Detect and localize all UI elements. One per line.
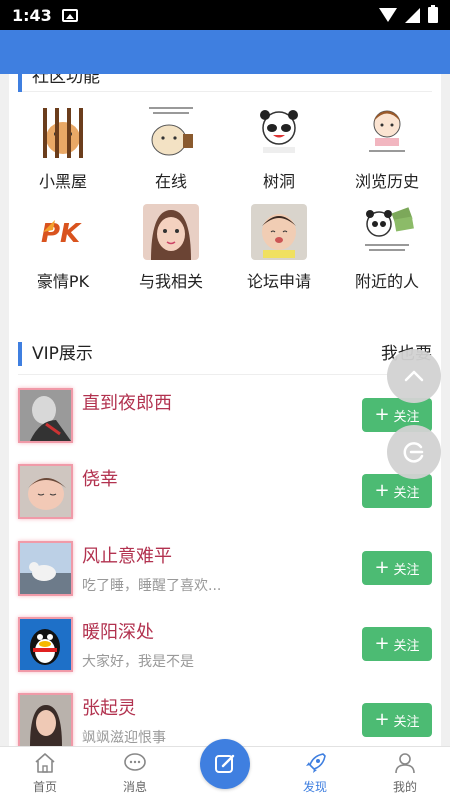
wifi-icon <box>379 8 397 22</box>
user-bio: 飒飒滋迎恨事 <box>82 730 166 746</box>
tab-discover[interactable]: 发现 <box>270 747 360 800</box>
profile-icon <box>395 753 415 774</box>
tree-hole-icon <box>251 104 307 160</box>
compose-button[interactable] <box>200 739 250 789</box>
vip-user-row[interactable]: 风止意难平 吃了睡，睡醒了喜欢... + 关注 <box>18 541 432 617</box>
avatar[interactable] <box>18 617 73 672</box>
vip-user-row[interactable]: 直到夜郎西 + 关注 <box>18 388 432 464</box>
tab-home[interactable]: 首页 <box>0 747 90 800</box>
feature-pk[interactable]: PK 豪情PK <box>9 204 117 299</box>
feature-history[interactable]: 浏览历史 <box>333 104 441 199</box>
home-icon <box>35 753 55 773</box>
related-icon <box>143 204 199 260</box>
battery-icon <box>428 5 438 23</box>
nearby-icon <box>359 204 415 260</box>
avatar[interactable] <box>18 693 73 746</box>
plus-icon: + <box>374 557 390 578</box>
follow-button[interactable]: + 关注 <box>362 474 432 508</box>
user-name[interactable]: 暖阳深处 <box>82 618 154 644</box>
status-time: 1:43 <box>12 5 52 25</box>
bottom-tab-bar: 首页 消息 发现 我的 <box>0 739 450 800</box>
plus-icon: + <box>374 480 390 501</box>
avatar[interactable] <box>18 464 73 519</box>
vip-title: VIP展示 <box>18 342 93 366</box>
user-name[interactable]: 风止意难平 <box>82 542 172 568</box>
forum-apply-icon <box>251 204 307 260</box>
online-icon <box>143 104 199 160</box>
signal-icon <box>405 7 420 23</box>
feature-jail[interactable]: 小黑屋 <box>9 104 117 199</box>
jail-icon <box>35 104 91 160</box>
feature-nearby[interactable]: 附近的人 <box>333 204 441 299</box>
svg-text:PK: PK <box>41 219 82 249</box>
feature-related[interactable]: 与我相关 <box>117 204 225 299</box>
user-bio: 吃了睡，睡醒了喜欢... <box>82 578 222 594</box>
app-header <box>0 30 450 74</box>
refresh-button[interactable] <box>387 425 441 479</box>
vip-user-row[interactable]: 暖阳深处 大家好，我是不是 + 关注 <box>18 617 432 693</box>
status-bar: 1:43 <box>0 0 450 30</box>
vip-user-row[interactable]: 侥幸 + 关注 <box>18 464 432 540</box>
feature-online[interactable]: 在线 <box>117 104 225 199</box>
photo-notification-icon <box>61 8 78 22</box>
plus-icon: + <box>374 709 390 730</box>
avatar[interactable] <box>18 388 73 443</box>
avatar[interactable] <box>18 541 73 596</box>
user-name[interactable]: 直到夜郎西 <box>82 389 172 415</box>
history-icon <box>359 104 415 160</box>
scroll-top-button[interactable] <box>387 349 441 403</box>
follow-button[interactable]: + 关注 <box>362 551 432 585</box>
content-scroll[interactable]: 社区功能 小黑屋 在线 树洞 浏览历史 PK 豪情PK 与我相关 论坛申请 附近… <box>0 74 450 746</box>
user-bio: 大家好，我是不是 <box>82 654 194 670</box>
pk-icon: PK <box>35 204 91 260</box>
follow-button[interactable]: + 关注 <box>362 703 432 737</box>
vip-card: VIP展示 我也要 直到夜郎西 + 关注 侥幸 + 关注 <box>9 330 441 746</box>
rocket-icon <box>306 753 326 773</box>
feature-tree-hole[interactable]: 树洞 <box>225 104 333 199</box>
plus-icon: + <box>374 404 390 425</box>
feature-forum-apply[interactable]: 论坛申请 <box>225 204 333 299</box>
message-icon <box>124 753 146 771</box>
chevron-up-icon <box>404 370 424 382</box>
compose-icon <box>215 754 235 773</box>
tab-messages[interactable]: 消息 <box>90 747 180 800</box>
user-name[interactable]: 侥幸 <box>82 465 118 491</box>
refresh-icon <box>403 442 424 463</box>
tab-profile[interactable]: 我的 <box>360 747 450 800</box>
follow-button[interactable]: + 关注 <box>362 627 432 661</box>
features-title: 社区功能 <box>18 74 100 92</box>
user-name[interactable]: 张起灵 <box>82 694 136 720</box>
plus-icon: + <box>374 633 390 654</box>
